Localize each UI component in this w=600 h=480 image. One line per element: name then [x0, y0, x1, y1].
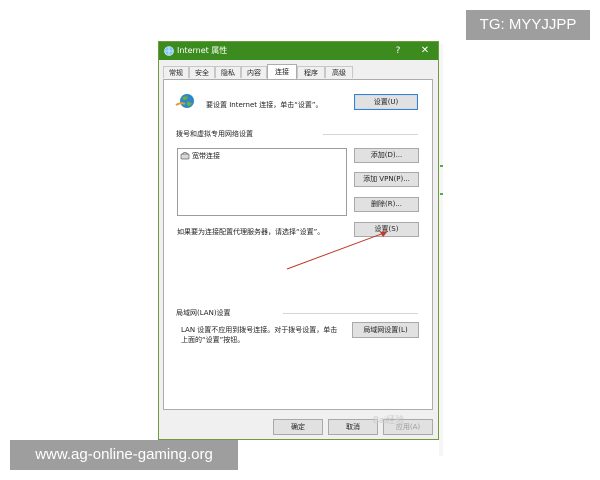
- tab-connections[interactable]: 连接: [267, 64, 297, 79]
- annotation-arrow: [286, 231, 388, 270]
- site-watermark: www.ag-online-gaming.org: [10, 440, 238, 470]
